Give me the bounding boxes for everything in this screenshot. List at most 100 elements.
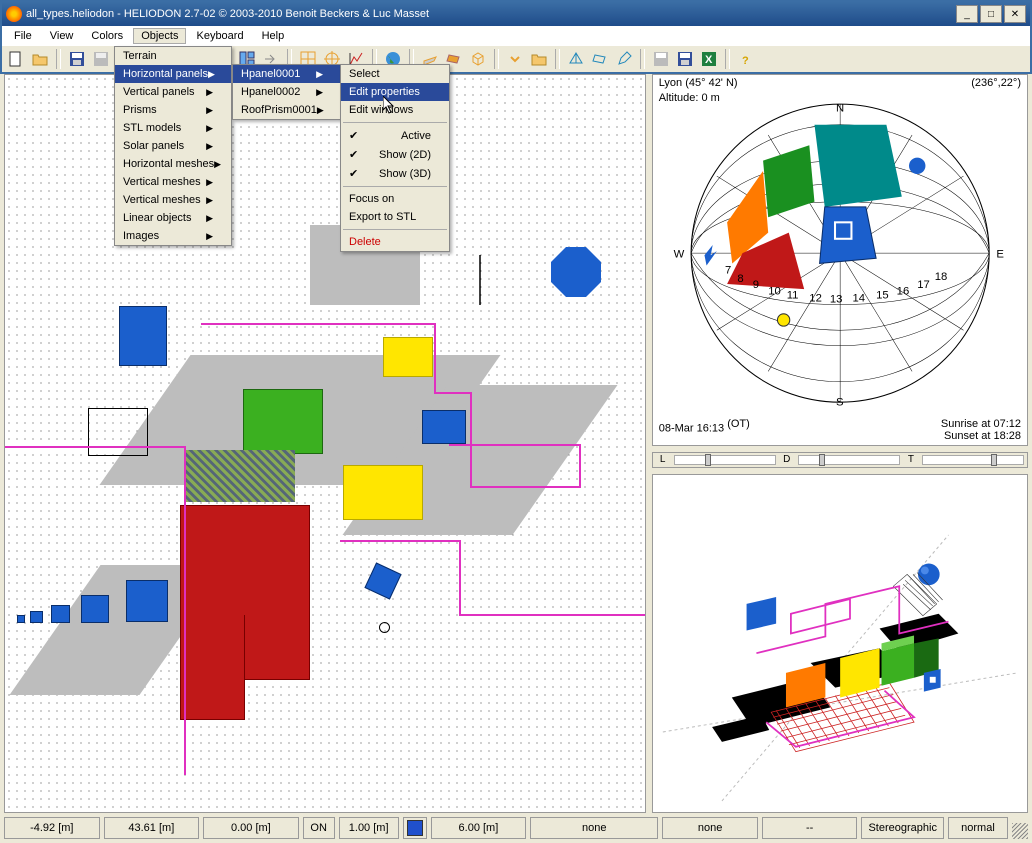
minimize-button[interactable]: _ <box>956 5 978 23</box>
tetra-icon[interactable] <box>566 49 586 69</box>
status-none2: none <box>662 817 758 839</box>
new-icon[interactable] <box>6 49 26 69</box>
menu-prisms[interactable]: Prisms▶ <box>115 101 231 119</box>
menu-linear-objects[interactable]: Linear objects▶ <box>115 209 231 227</box>
right-column: Lyon (45° 42' N) (236°,22°) Altitude: 0 … <box>652 74 1028 813</box>
panel-blue <box>51 605 70 623</box>
down-icon[interactable] <box>505 49 525 69</box>
panel-green <box>243 389 323 454</box>
hpanel-actions-submenu: Select Edit properties Edit windows ✔Act… <box>340 64 450 252</box>
svg-text:8: 8 <box>737 273 743 285</box>
datetime-label: 08-Mar 16:13 (OT) <box>659 418 750 442</box>
slider-d[interactable] <box>798 455 900 465</box>
statusbar: -4.92 [m] 43.61 [m] 0.00 [m] ON 1.00 [m]… <box>4 817 1008 839</box>
svg-text:16: 16 <box>896 285 909 297</box>
svg-text:17: 17 <box>917 279 930 291</box>
menu-colors[interactable]: Colors <box>83 28 131 44</box>
menu-vertical-meshes-2[interactable]: Vertical meshes▶ <box>115 191 231 209</box>
menu-vertical-panels[interactable]: Vertical panels▶ <box>115 83 231 101</box>
slider-t-label: T <box>904 454 918 466</box>
panel-blue <box>30 611 43 623</box>
panel-blue <box>17 615 25 623</box>
tilted-icon[interactable] <box>590 49 610 69</box>
window-title: all_types.heliodon - HELIODON 2.7-02 © 2… <box>26 8 956 20</box>
save-disabled-icon[interactable] <box>91 49 111 69</box>
excel-icon[interactable]: X <box>699 49 719 69</box>
menu-stl-models[interactable]: STL models▶ <box>115 119 231 137</box>
menu-active[interactable]: ✔Active <box>341 126 449 145</box>
menu-horizontal-panels[interactable]: Horizontal panels▶ <box>115 65 231 83</box>
status-y: 43.61 [m] <box>104 817 200 839</box>
menu-help[interactable]: Help <box>254 28 293 44</box>
objects-submenu: Terrain Horizontal panels▶ Vertical pane… <box>114 46 232 246</box>
north-label: N <box>836 102 844 114</box>
cursor-icon <box>383 96 397 117</box>
menu-hpanel0002[interactable]: Hpanel0002▶ <box>233 83 341 101</box>
app-icon <box>6 6 22 22</box>
save2-icon[interactable] <box>651 49 671 69</box>
status-scale[interactable]: 6.00 [m] <box>431 817 527 839</box>
save-icon[interactable] <box>67 49 87 69</box>
svg-text:7: 7 <box>725 265 731 277</box>
south-label: S <box>836 396 844 407</box>
sky-panel[interactable]: Lyon (45° 42' N) (236°,22°) Altitude: 0 … <box>652 74 1028 446</box>
panel-blue <box>119 306 167 366</box>
svg-text:11: 11 <box>786 289 798 301</box>
coords-label: (236°,22°) <box>971 77 1021 89</box>
save3-icon[interactable] <box>675 49 695 69</box>
menu-show-2d[interactable]: ✔Show (2D) <box>341 145 449 164</box>
menu-focus-on[interactable]: Focus on <box>341 190 449 208</box>
help-icon[interactable]: ? <box>736 49 756 69</box>
panel-blue <box>126 580 168 622</box>
svg-text:18: 18 <box>934 271 947 283</box>
canvas-2d[interactable] <box>4 74 646 813</box>
status-mode[interactable]: normal <box>948 817 1008 839</box>
svg-text:14: 14 <box>852 292 865 304</box>
menu-vertical-meshes[interactable]: Vertical meshes▶ <box>115 173 231 191</box>
status-color[interactable] <box>403 817 427 839</box>
menu-objects[interactable]: Objects <box>133 28 186 44</box>
close-button[interactable]: ✕ <box>1004 5 1026 23</box>
svg-text:15: 15 <box>876 289 889 301</box>
menu-select[interactable]: Select <box>341 65 449 83</box>
menu-terrain[interactable]: Terrain <box>115 47 231 65</box>
titlebar: all_types.heliodon - HELIODON 2.7-02 © 2… <box>0 0 1032 26</box>
maximize-button[interactable]: □ <box>980 5 1002 23</box>
slider-l[interactable] <box>674 455 776 465</box>
panel-yellow <box>383 337 433 377</box>
panel-yellow <box>343 465 423 520</box>
panel-red-l <box>180 615 245 720</box>
panel-blue <box>422 410 466 444</box>
time-sliders[interactable]: L D T <box>652 452 1028 468</box>
menu-keyboard[interactable]: Keyboard <box>188 28 251 44</box>
menu-hpanel0001[interactable]: Hpanel0001▶ <box>233 65 341 83</box>
menu-view[interactable]: View <box>42 28 82 44</box>
menu-roofprism0001[interactable]: RoofPrism0001▶ <box>233 101 341 119</box>
menu-export-stl[interactable]: Export to STL <box>341 208 449 226</box>
folder2-icon[interactable] <box>529 49 549 69</box>
sky-dome: 789 101112 131415 161718 N S W E <box>663 99 1017 407</box>
menu-images[interactable]: Images▶ <box>115 227 231 245</box>
svg-text:9: 9 <box>752 279 758 291</box>
status-on[interactable]: ON <box>303 817 335 839</box>
status-step[interactable]: 1.00 [m] <box>339 817 399 839</box>
window-controls: _ □ ✕ <box>956 5 1026 23</box>
panel-blue <box>81 595 109 623</box>
menu-delete[interactable]: Delete <box>341 233 449 251</box>
texture-panel <box>185 450 295 502</box>
status-none1: none <box>530 817 658 839</box>
cube-icon[interactable] <box>468 49 488 69</box>
octagon <box>551 247 601 297</box>
circle <box>379 622 390 633</box>
menu-file[interactable]: File <box>6 28 40 44</box>
open-icon[interactable] <box>30 49 50 69</box>
resize-grip-icon[interactable] <box>1012 823 1028 839</box>
status-projection[interactable]: Stereographic <box>861 817 944 839</box>
west-label: W <box>673 248 684 260</box>
menu-show-3d[interactable]: ✔Show (3D) <box>341 164 449 183</box>
canvas-3d[interactable] <box>652 474 1028 813</box>
menu-solar-panels[interactable]: Solar panels▶ <box>115 137 231 155</box>
pencil-icon[interactable] <box>614 49 634 69</box>
menu-horizontal-meshes[interactable]: Horizontal meshes▶ <box>115 155 231 173</box>
slider-t[interactable] <box>922 455 1024 465</box>
